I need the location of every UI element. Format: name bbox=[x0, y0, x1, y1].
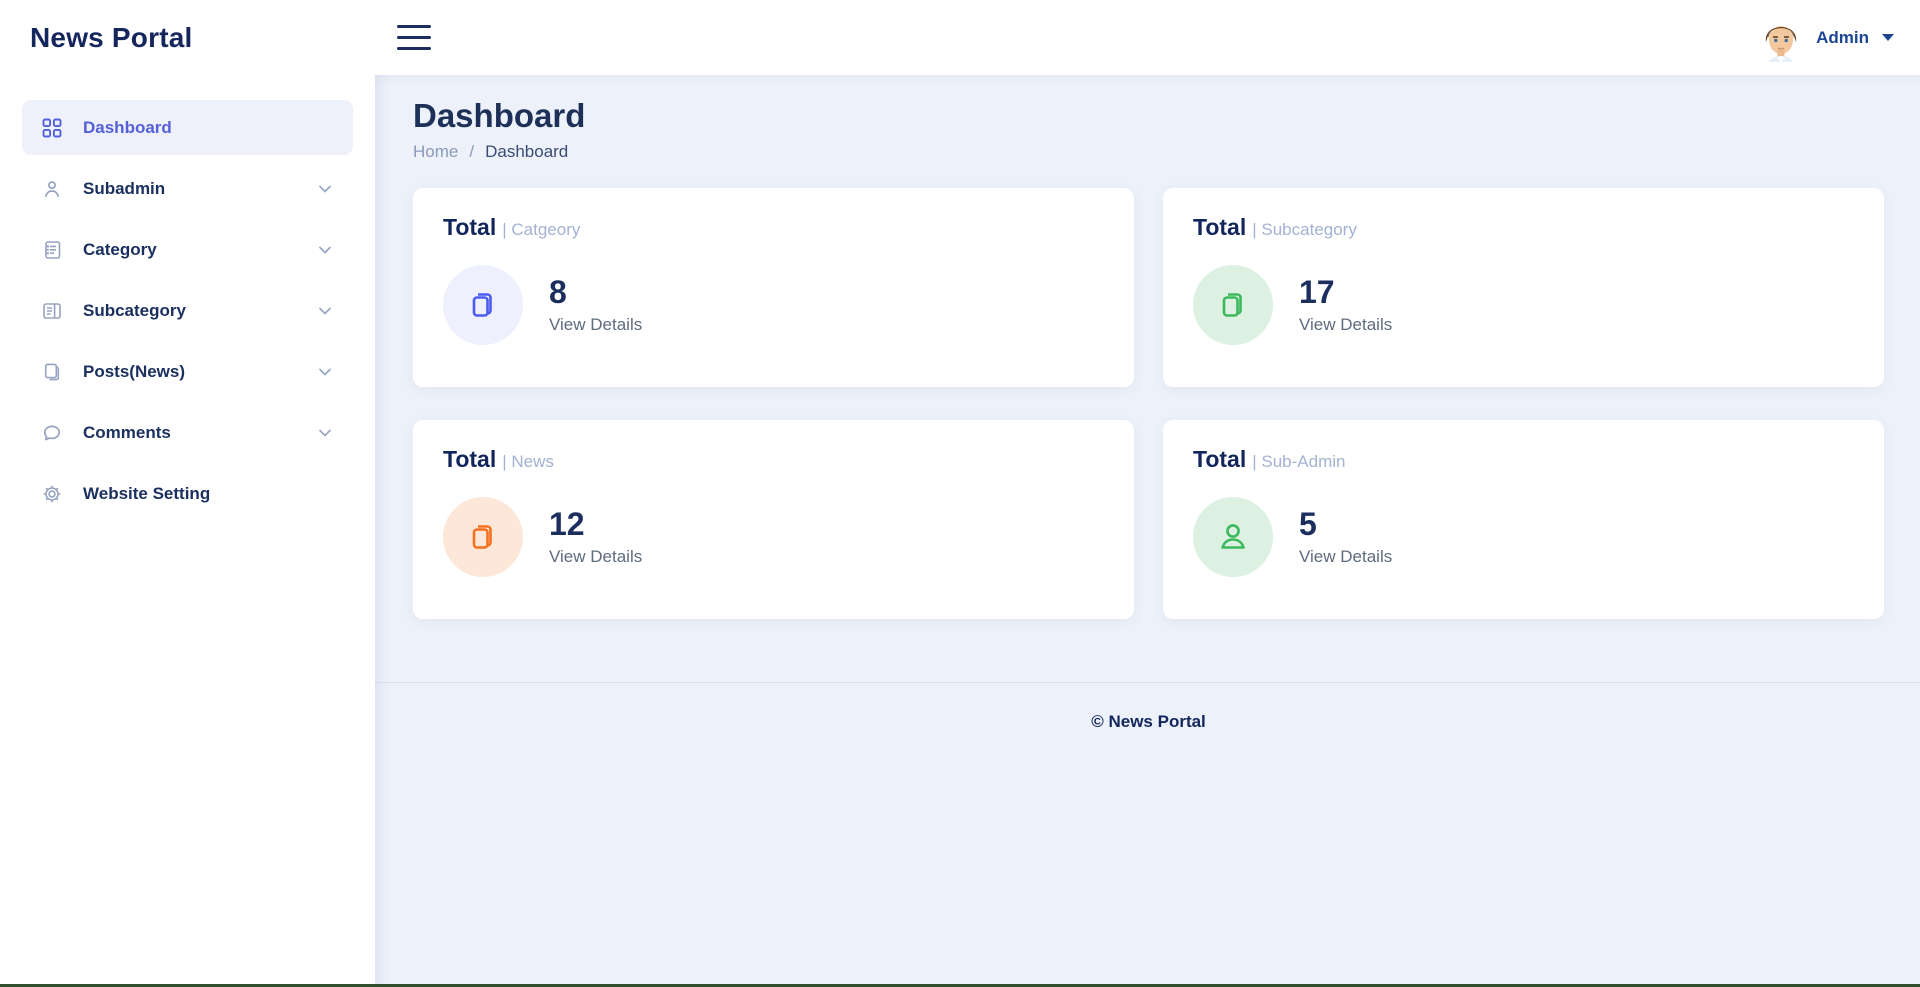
chevron-down-icon bbox=[317, 303, 333, 319]
copy-icon bbox=[1193, 265, 1273, 345]
chevron-down-icon bbox=[317, 181, 333, 197]
stat-cards-grid: Total| Catgeory 8 View Details Total| Su… bbox=[413, 188, 1884, 619]
copy-icon bbox=[443, 265, 523, 345]
layout-icon bbox=[42, 300, 64, 322]
copy-icon bbox=[42, 361, 64, 383]
copy-icon bbox=[443, 497, 523, 577]
stat-value: 17 bbox=[1299, 275, 1392, 310]
view-details-link[interactable]: View Details bbox=[1299, 547, 1392, 567]
card-subtitle: | News bbox=[502, 452, 554, 471]
user-name: Admin bbox=[1816, 28, 1869, 48]
stat-value: 5 bbox=[1299, 507, 1392, 542]
page-title: Dashboard bbox=[413, 97, 1884, 135]
stat-value: 12 bbox=[549, 507, 642, 542]
sidebar-item-label: Dashboard bbox=[83, 118, 172, 138]
journal-list-icon bbox=[42, 239, 64, 261]
sidebar-item-posts-news[interactable]: Posts(News) bbox=[22, 344, 353, 399]
sidebar-item-subcategory[interactable]: Subcategory bbox=[22, 283, 353, 338]
view-details-link[interactable]: View Details bbox=[549, 315, 642, 335]
chat-bubble-icon bbox=[42, 422, 64, 444]
stat-card-category: Total| Catgeory 8 View Details bbox=[413, 188, 1134, 387]
grid-icon bbox=[42, 117, 64, 139]
stat-value: 8 bbox=[549, 275, 642, 310]
footer-copyright: © News Portal bbox=[413, 683, 1884, 761]
breadcrumb-home-link[interactable]: Home bbox=[413, 142, 458, 162]
view-details-link[interactable]: View Details bbox=[1299, 315, 1392, 335]
sidebar-item-label: Category bbox=[83, 240, 157, 260]
card-title: Total| News bbox=[443, 446, 1104, 473]
breadcrumb-separator: / bbox=[469, 142, 474, 162]
card-subtitle: | Sub-Admin bbox=[1252, 452, 1345, 471]
caret-down-icon bbox=[1882, 34, 1894, 41]
hamburger-menu-icon[interactable] bbox=[397, 21, 431, 54]
sidebar-nav: Dashboard Subadmin Category Subcategory bbox=[0, 75, 375, 987]
card-title: Total| Catgeory bbox=[443, 214, 1104, 241]
main-content: Dashboard Home / Dashboard Total| Catgeo… bbox=[375, 75, 1920, 987]
user-menu[interactable]: Admin bbox=[1757, 14, 1920, 62]
breadcrumb-current: Dashboard bbox=[485, 142, 568, 162]
sidebar-item-label: Subcategory bbox=[83, 301, 186, 321]
sidebar-item-subadmin[interactable]: Subadmin bbox=[22, 161, 353, 216]
stat-card-subadmin: Total| Sub-Admin 5 View Details bbox=[1163, 420, 1884, 619]
chevron-down-icon bbox=[317, 364, 333, 380]
sidebar-item-category[interactable]: Category bbox=[22, 222, 353, 277]
sidebar-item-label: Website Setting bbox=[83, 484, 210, 504]
sidebar-item-label: Comments bbox=[83, 423, 171, 443]
card-subtitle: | Subcategory bbox=[1252, 220, 1357, 239]
stat-card-subcategory: Total| Subcategory 17 View Details bbox=[1163, 188, 1884, 387]
sidebar-item-label: Posts(News) bbox=[83, 362, 185, 382]
brand-logo: News Portal bbox=[0, 22, 375, 54]
chevron-down-icon bbox=[317, 242, 333, 258]
avatar bbox=[1757, 14, 1805, 62]
gear-icon bbox=[42, 483, 64, 505]
stat-card-news: Total| News 12 View Details bbox=[413, 420, 1134, 619]
breadcrumb: Home / Dashboard bbox=[413, 142, 1884, 162]
card-title: Total| Sub-Admin bbox=[1193, 446, 1854, 473]
person-icon bbox=[1193, 497, 1273, 577]
card-subtitle: | Catgeory bbox=[502, 220, 580, 239]
card-title: Total| Subcategory bbox=[1193, 214, 1854, 241]
sidebar-item-label: Subadmin bbox=[83, 179, 165, 199]
view-details-link[interactable]: View Details bbox=[549, 547, 642, 567]
sidebar-item-dashboard[interactable]: Dashboard bbox=[22, 100, 353, 155]
top-header: News Portal Admin bbox=[0, 0, 1920, 75]
sidebar-item-website-setting[interactable]: Website Setting bbox=[22, 466, 353, 521]
chevron-down-icon bbox=[317, 425, 333, 441]
person-icon bbox=[42, 178, 64, 200]
sidebar-item-comments[interactable]: Comments bbox=[22, 405, 353, 460]
